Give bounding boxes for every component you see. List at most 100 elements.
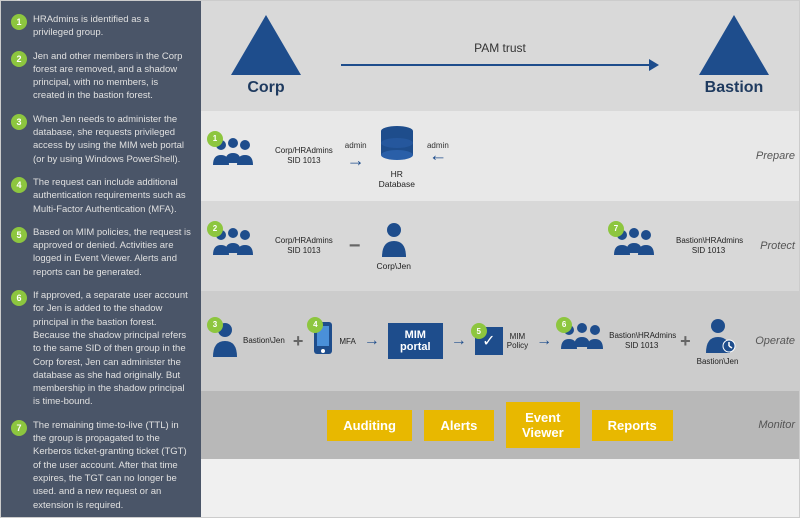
auditing-button[interactable]: Auditing: [327, 410, 412, 441]
plus-sign2: +: [680, 331, 691, 352]
monitor-content: Auditing Alerts Event Viewer Reports Mon…: [201, 391, 799, 459]
step-3-number: 3: [11, 114, 27, 130]
pam-trust-text: PAM trust: [474, 41, 526, 55]
bastion-hradmins-label: Bastion\HRAdminsSID 1013: [676, 236, 741, 257]
corp-container: Corp: [231, 15, 301, 97]
sections-container: 1 Corp/HRAd: [201, 111, 799, 517]
bastion-jen-label2: Bastion\Jen: [697, 357, 739, 366]
bastion-hradmins-operate-label: Bastion\HRAdminsSID 1013: [609, 331, 674, 352]
operate-arrow3: →: [536, 332, 552, 350]
corp-jen-icon: [380, 221, 408, 259]
arrow-shaft: [341, 64, 649, 66]
corp-jen-label: Corp\Jen: [376, 261, 411, 271]
step-5-item: 5 Based on MIM policies, the request is …: [11, 226, 191, 279]
pam-trust-arrow: PAM trust: [341, 41, 659, 71]
right-panel: Corp PAM trust Bastion: [201, 1, 799, 517]
step-1-item: 1 HRAdmins is identified as a privileged…: [11, 13, 191, 40]
step-3-item: 3 When Jen needs to administer the datab…: [11, 113, 191, 166]
prepare-section: 1 Corp/HRAd: [201, 111, 799, 201]
prepare-content: 1 Corp/HRAd: [201, 111, 799, 200]
bastion-label: Bastion: [705, 79, 764, 97]
admin-left-label: admin: [345, 141, 367, 150]
step5-badge: 5: [471, 323, 487, 339]
corp-triangle: [231, 15, 301, 75]
step6-badge-container: 6: [560, 321, 605, 362]
step6-badge: 6: [556, 317, 572, 333]
step-4-item: 4 The request can include additional aut…: [11, 176, 191, 216]
step-2-text: Jen and other members in the Corp forest…: [33, 50, 191, 103]
arrow-head: [649, 59, 659, 71]
step3-badge-container: 3: [211, 321, 239, 362]
mim-policy-label: MIMPolicy: [507, 332, 528, 350]
operate-arrow2: →: [451, 332, 467, 350]
admin-right-label: admin: [427, 141, 449, 150]
operate-arrow1: →: [364, 332, 380, 350]
step4-badge-container: 4: [311, 321, 335, 362]
step3-badge: 3: [207, 317, 223, 333]
operate-row: 3 Bastion\Jen + 4: [201, 291, 799, 391]
step2-badge: 2: [207, 221, 223, 237]
event-viewer-button[interactable]: Event Viewer: [506, 402, 580, 448]
alerts-button[interactable]: Alerts: [424, 410, 494, 441]
left-arrow: →: [429, 150, 447, 171]
operate-label: Operate: [755, 335, 795, 347]
bastion-container: Bastion: [699, 15, 769, 97]
step-7-number: 7: [11, 420, 27, 436]
monitor-section: Auditing Alerts Event Viewer Reports: [201, 391, 799, 459]
step-2-item: 2 Jen and other members in the Corp fore…: [11, 50, 191, 103]
admin-arrow-left: admin →: [345, 141, 367, 171]
minus-sign: −: [349, 235, 361, 258]
step-4-number: 4: [11, 177, 27, 193]
protect-content: 2 Corp/HRAdminsSID 1013: [201, 201, 799, 290]
step7-badge: 7: [608, 221, 624, 237]
bastion-jen-label1: Bastion\Jen: [243, 336, 285, 346]
admin-arrow-right: admin →: [427, 141, 449, 171]
corp-label: Corp: [247, 79, 284, 97]
operate-section: 3 Bastion\Jen + 4: [201, 291, 799, 391]
protect-label: Protect: [760, 240, 795, 252]
bastion-hradmins-badge-container: 7: [612, 225, 662, 268]
step-6-item: 6 If approved, a separate user account f…: [11, 289, 191, 409]
step-1-number: 1: [11, 14, 27, 30]
protect-row: 2 Corp/HRAdminsSID 1013: [201, 201, 799, 291]
hr-database-figure: HRDatabase: [379, 123, 415, 189]
step-7-item: 7 The remaining time-to-live (TTL) in th…: [11, 419, 191, 512]
bastion-jen-figure2: Bastion\Jen: [697, 317, 739, 366]
mfa-label: MFA: [339, 337, 355, 346]
step-5-number: 5: [11, 227, 27, 243]
corp-hradmins-protect-label: Corp/HRAdminsSID 1013: [275, 236, 333, 257]
step-6-number: 6: [11, 290, 27, 306]
operate-content: 3 Bastion\Jen + 4: [201, 291, 799, 390]
left-panel: 1 HRAdmins is identified as a privileged…: [1, 1, 201, 517]
prepare-label: Prepare: [756, 150, 795, 162]
step-4-text: The request can include additional authe…: [33, 176, 191, 216]
prepare-row: 1 Corp/HRAd: [201, 111, 799, 201]
step4-badge: 4: [307, 317, 323, 333]
mim-portal-box: MIMportal: [388, 323, 443, 359]
corp-hradmins-label: Corp/HRAdminsSID 1013: [275, 146, 333, 167]
step-1-text: HRAdmins is identified as a privileged g…: [33, 13, 191, 40]
step5-badge-container: 5 ✓: [475, 327, 503, 355]
mim-portal-container: MIMportal: [388, 323, 443, 359]
bastion-jen-clock-container: [704, 317, 732, 355]
step1-badge: 1: [207, 131, 223, 147]
pam-trust-section: Corp PAM trust Bastion: [201, 1, 799, 111]
step-5-text: Based on MIM policies, the request is ap…: [33, 226, 191, 279]
hr-database-label: HRDatabase: [379, 169, 415, 189]
clock-icon: [722, 339, 736, 353]
monitor-label: Monitor: [758, 419, 795, 431]
bastion-triangle: [699, 15, 769, 75]
step-6-text: If approved, a separate user account for…: [33, 289, 191, 409]
reports-button[interactable]: Reports: [592, 410, 673, 441]
right-arrow: →: [347, 150, 365, 171]
hr-database-icon: [379, 123, 415, 167]
step2-badge-container: 2: [211, 225, 261, 268]
step-2-number: 2: [11, 51, 27, 67]
plus-sign1: +: [293, 331, 304, 352]
step-7-text: The remaining time-to-live (TTL) in the …: [33, 419, 191, 512]
main-container: 1 HRAdmins is identified as a privileged…: [0, 0, 800, 518]
step1-badge-container: 1: [211, 135, 261, 178]
protect-section: 2 Corp/HRAdminsSID 1013: [201, 201, 799, 291]
arrow-line: [341, 59, 659, 71]
monitor-row: Auditing Alerts Event Viewer Reports Mon…: [201, 391, 799, 459]
